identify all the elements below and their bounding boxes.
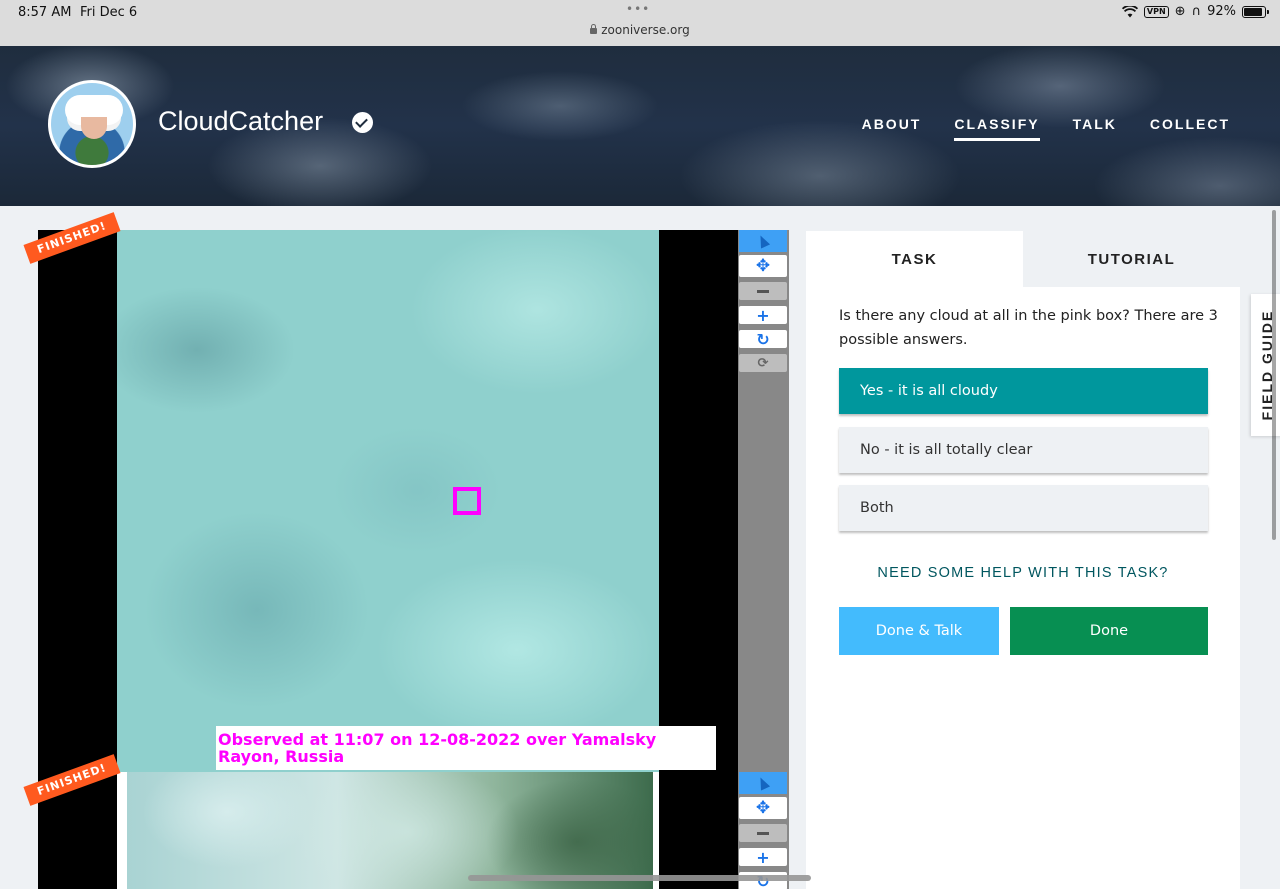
face-icon [81,117,107,139]
status-time: 8:57 AM [18,5,72,20]
task-panel: TASK TUTORIAL Is there any cloud at all … [806,231,1240,889]
minus-icon [757,831,769,835]
rotate-icon: ↻ [756,329,770,349]
plus-icon: + [756,847,770,867]
orientation-lock-icon: ⊕ [1174,4,1186,19]
status-date: Fri Dec 6 [80,5,138,20]
move-icon: ✥ [755,797,771,818]
image-toolbar-2: ✥ + ↻ [738,772,789,889]
done-and-talk-button[interactable]: Done & Talk [839,607,999,655]
nav-about[interactable]: ABOUT [862,116,922,141]
project-header: CloudCatcher ABOUT CLASSIFY TALK COLLECT [0,46,1280,206]
move-icon: ✥ [755,255,771,276]
image-frame [117,772,127,889]
rotate-button[interactable]: ↻ [739,329,787,349]
cursor-arrow-icon [755,775,771,791]
plus-icon: + [756,305,770,325]
task-question: Is there any cloud at all in the pink bo… [839,308,1218,348]
wifi-icon [1121,5,1138,17]
answer-both[interactable]: Both [839,485,1208,531]
pointer-tool-button[interactable] [739,230,787,252]
verified-icon [352,112,373,133]
subject-image[interactable]: Observed at 11:07 on 12-08-2022 over Yam… [117,230,716,772]
image-frame [653,772,659,889]
project-title[interactable]: CloudCatcher [158,106,323,137]
page-scrollbar[interactable] [1272,210,1276,540]
image-toolbar: ✥ + ↻ ⟳ [738,230,789,772]
zoom-out-button[interactable] [739,824,787,842]
subject-viewer-2: ✥ + ↻ [38,772,789,889]
zoom-in-button[interactable]: + [739,305,787,325]
headphones-icon: ∩ [1191,4,1202,19]
zoom-in-button[interactable]: + [739,847,787,867]
answer-yes-cloudy[interactable]: Yes - it is all cloudy [839,368,1208,414]
status-bar: 8:57 AM Fri Dec 6 ••• zooniverse.org VPN… [0,0,1280,46]
zoom-out-button[interactable] [739,282,787,300]
vpn-badge: VPN [1143,5,1169,18]
lock-icon [590,24,598,34]
done-button[interactable]: Done [1010,607,1208,655]
pink-box-marker [453,487,481,515]
task-tabs: TASK TUTORIAL [806,231,1240,287]
nav-collect[interactable]: COLLECT [1150,116,1230,141]
project-avatar[interactable] [48,80,136,168]
reset-icon: ⟳ [757,355,769,371]
home-indicator[interactable] [468,875,811,881]
pointer-tool-button[interactable] [739,772,787,794]
address-bar[interactable]: zooniverse.org [0,23,1280,37]
project-nav: ABOUT CLASSIFY TALK COLLECT [862,116,1230,141]
tab-task[interactable]: TASK [806,231,1023,287]
answer-no-clear[interactable]: No - it is all totally clear [839,427,1208,473]
tab-tutorial[interactable]: TUTORIAL [1023,231,1240,287]
minus-icon [757,289,769,293]
task-help-link[interactable]: NEED SOME HELP WITH THIS TASK? [806,565,1240,581]
url-text: zooniverse.org [601,23,690,37]
nav-classify[interactable]: CLASSIFY [954,116,1040,141]
nav-talk[interactable]: TALK [1073,116,1117,141]
pan-tool-button[interactable]: ✥ [739,255,787,277]
subject-viewer: Observed at 11:07 on 12-08-2022 over Yam… [38,230,789,772]
status-indicators: VPN ⊕ ∩ 92% [1121,4,1269,19]
reset-button[interactable]: ⟳ [739,354,787,372]
pan-tool-button[interactable]: ✥ [739,797,787,819]
cursor-arrow-icon [755,233,771,249]
battery-icon [1242,5,1269,18]
multitasking-dots-icon[interactable]: ••• [626,2,650,16]
subject-image-2[interactable] [127,772,653,889]
battery-percent: 92% [1207,4,1236,19]
subject-caption: Observed at 11:07 on 12-08-2022 over Yam… [216,726,716,770]
